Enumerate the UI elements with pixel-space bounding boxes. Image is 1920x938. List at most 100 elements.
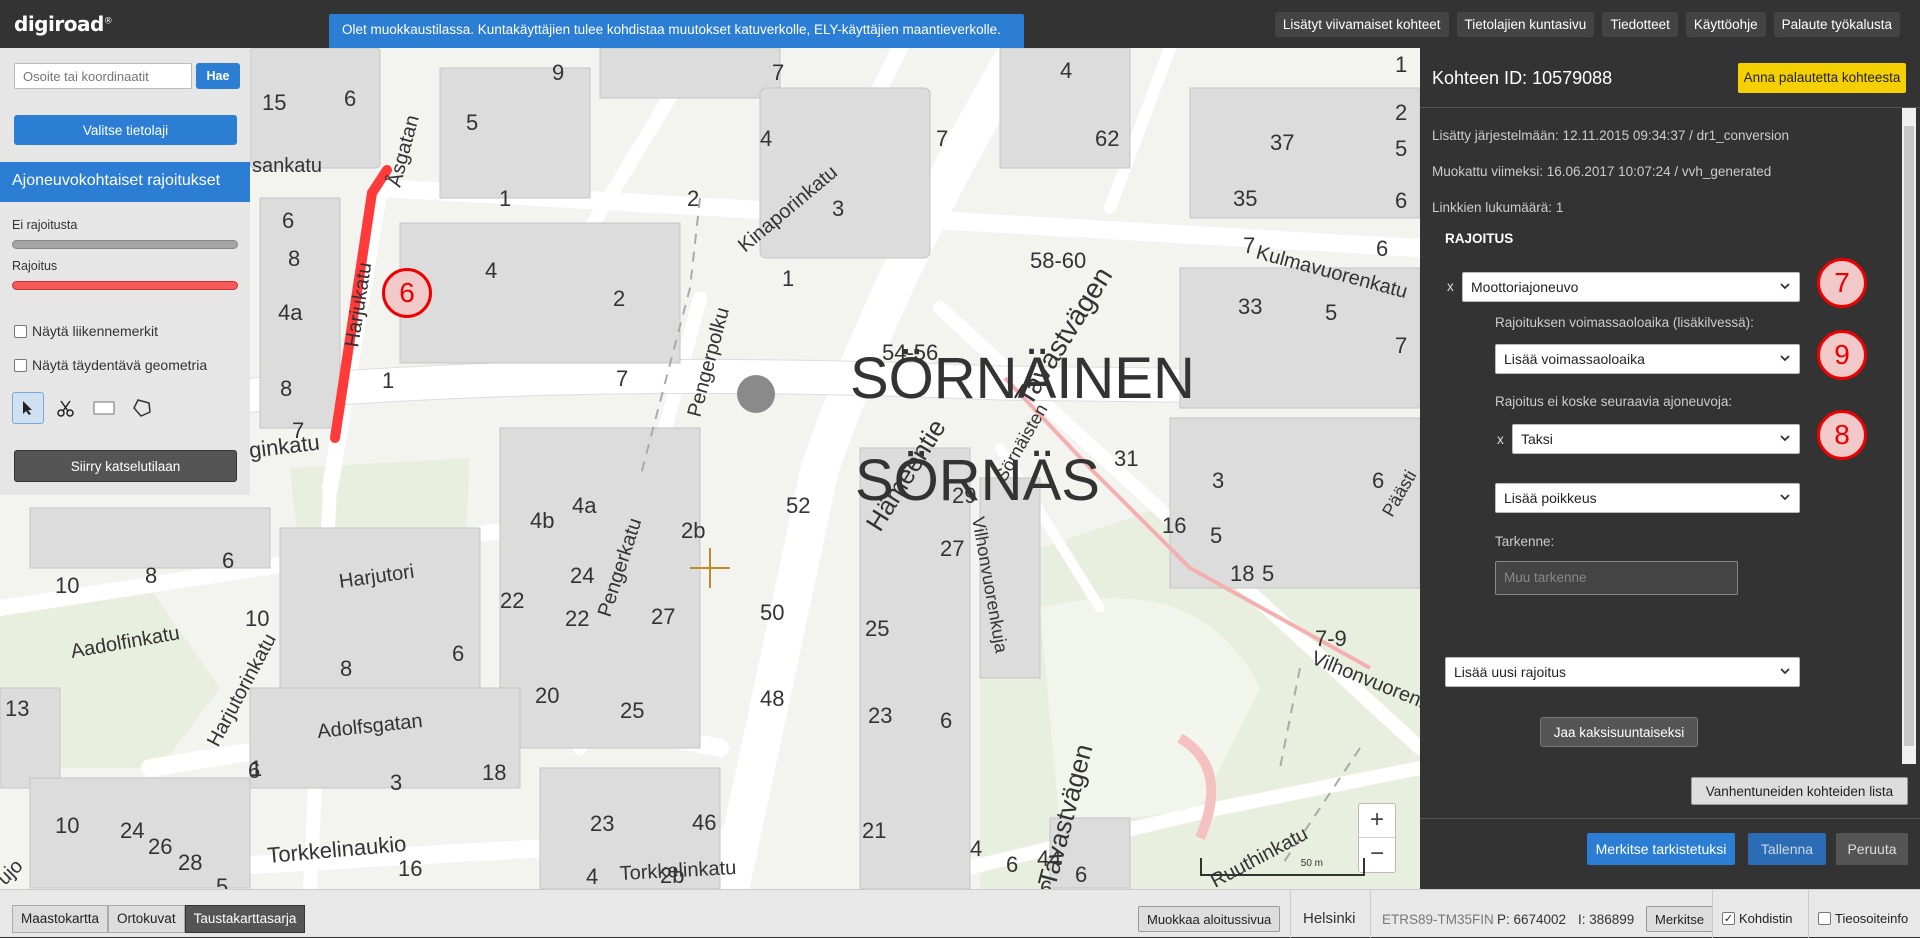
house-number: 7 [292,418,304,443]
house-number: 1 [782,266,794,291]
house-number: 6 [940,708,952,733]
street-label: ginkatu [248,430,321,463]
add-exception-select[interactable]: Lisää poikkeus [1495,483,1800,513]
house-number: 5 [216,874,228,889]
split-bidirectional-button[interactable]: Jaa kaksisuuntaiseksi [1540,717,1698,747]
coordinate-p: P: 6674002 [1497,912,1567,927]
basemap-background[interactable]: Taustakarttasarja [184,905,306,933]
house-number: 48 [760,686,784,711]
link-user-guide[interactable]: Käyttöohje [1685,12,1766,37]
address-info-toggle[interactable]: Tieosoiteinfo [1818,911,1908,926]
house-number: 4a [278,300,303,325]
house-number: 6 [248,758,260,783]
choose-layer-button[interactable]: Valitse tietolaji [14,115,237,145]
digiroad-logo[interactable]: digiroad® [14,12,113,36]
house-number: 37 [1270,130,1294,155]
rectangle-tool-icon[interactable] [88,392,120,424]
house-number: 5 [1262,561,1274,586]
house-number: 1 [1395,52,1407,77]
link-linear-assets[interactable]: Lisätyt viivamaiset kohteet [1274,12,1449,37]
restriction-type-select[interactable]: Moottoriajoneuvo [1462,272,1800,302]
exception-select[interactable]: Taksi [1512,424,1800,454]
tool-row [12,392,158,424]
annotation-marker-9: 9 [1817,330,1867,380]
address-info-label: Tieosoiteinfo [1835,911,1909,926]
switch-to-view-mode-button[interactable]: Siirry katselutilaan [14,450,237,482]
house-number: 8 [288,246,300,271]
show-traffic-signs-checkbox[interactable] [14,324,27,338]
remove-exception-button[interactable]: x [1497,432,1504,447]
address-info-checkbox[interactable] [1818,912,1831,925]
validity-label: Rajoituksen voimassaoloaika (lisäkilvess… [1495,315,1754,330]
house-number: 24 [570,563,594,588]
house-number: 5 [1395,136,1407,161]
house-number: 3 [390,770,402,795]
mark-coordinate-button[interactable]: Merkitse [1646,906,1714,932]
link-tool-feedback[interactable]: Palaute työkalusta [1773,12,1900,37]
link-municipality-page[interactable]: Tietolajien kuntasivu [1456,12,1595,37]
house-number: 25 [865,616,889,641]
house-number: 44 [1037,846,1061,871]
show-complementary-geometry-row[interactable]: Näytä täydentävä geometria [14,357,207,373]
zoom-in-button[interactable]: + [1359,804,1395,838]
search-input[interactable] [14,63,192,89]
show-complementary-geometry-checkbox[interactable] [14,358,27,372]
house-number: 6 [222,548,234,573]
coordinate-i: I: 386899 [1578,912,1635,927]
scale-label: 50 m [1300,858,1323,869]
remove-restriction-button[interactable]: x [1447,279,1454,294]
divider [1808,890,1809,938]
city-name: Helsinki [1303,910,1356,927]
cancel-button[interactable]: Peruuta [1836,833,1908,865]
edit-start-page-button[interactable]: Muokkaa aloitussivua [1138,906,1281,932]
save-button[interactable]: Tallenna [1748,833,1826,865]
chevron-down-icon [1780,668,1790,675]
scale-bar: 50 m [1200,858,1365,876]
house-number: 4 [586,864,598,889]
link-announcements[interactable]: Tiedotteet [1602,12,1678,37]
show-traffic-signs-row[interactable]: Näytä liikennemerkit [14,323,158,339]
annotation-marker-8: 8 [1817,410,1867,460]
crosshair-toggle[interactable]: ✓ Kohdistin [1722,911,1792,926]
select-tool-icon[interactable] [12,392,44,424]
basemap-terrain[interactable]: Maastokartta [12,905,109,933]
house-number: 10 [245,606,269,631]
house-number: 5 [1325,300,1337,325]
house-number: 10 [55,813,79,838]
layer-title: Ajoneuvokohtaiset rajoitukset [0,162,250,202]
house-number: 16 [1162,513,1186,538]
house-number: 28 [178,850,202,875]
panel-scrollbar-thumb[interactable] [1904,126,1914,746]
house-number: 3 [832,196,844,221]
house-number: 10 [55,573,79,598]
show-complementary-geometry-label: Näytä täydentävä geometria [32,357,208,373]
top-bar: digiroad® Olet muokkaustilassa. Kuntakäy… [0,0,1920,48]
search-button[interactable]: Hae [196,63,240,89]
house-number: 6 [282,208,294,233]
panel-scrollbar[interactable] [1902,108,1916,764]
legend-swatch-no-restriction [12,240,238,249]
house-number: 1 [499,186,511,211]
chevron-down-icon [1780,355,1790,362]
polygon-tool-icon[interactable] [126,392,158,424]
add-restriction-select[interactable]: Lisää uusi rajoitus [1445,657,1800,687]
edit-mode-notice: Olet muokkaustilassa. Kuntakäyttäjien tu… [329,14,1024,48]
house-number: 6 [344,86,356,111]
left-panel: Hae Valitse tietolaji Ajoneuvokohtaiset … [0,48,250,495]
crosshair-checkbox[interactable]: ✓ [1722,912,1735,925]
basemap-orthophoto[interactable]: Ortokuvat [108,905,185,933]
panel-footer-divider [1420,818,1920,819]
expired-assets-list-button[interactable]: Vanhentuneiden kohteiden lista [1691,777,1908,805]
show-traffic-signs-label: Näytä liikennemerkit [32,323,159,339]
cut-tool-icon[interactable] [50,392,82,424]
asset-feedback-button[interactable]: Anna palautetta kohteesta [1738,63,1906,93]
validity-period-select[interactable]: Lisää voimassaoloaika [1495,344,1800,374]
specifier-input[interactable]: Muu tarkenne [1495,561,1738,595]
house-number: 7 [616,366,628,391]
house-number: 6 [1075,862,1087,887]
mark-checked-button[interactable]: Merkitse tarkistetuksi [1587,833,1735,865]
modified-info: Muokattu viimeksi: 16.06.2017 10:07:24 /… [1432,164,1772,179]
house-number: 23 [868,703,892,728]
house-number: 3 [1212,468,1224,493]
basemap-switcher: Maastokartta Ortokuvat Taustakarttasarja [12,905,306,933]
